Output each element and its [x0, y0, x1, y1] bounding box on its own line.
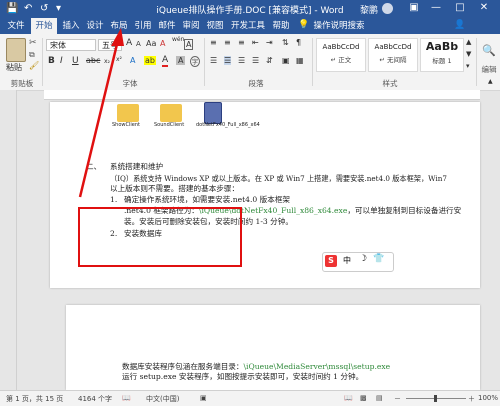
body-paragraph-line: 数据库安装程序包涵在服务端目录：\iQueue\MediaServer\mssq… — [122, 362, 390, 372]
word-count[interactable]: 4164 个字 — [78, 394, 112, 404]
zoom-level[interactable]: 100% — [478, 394, 498, 402]
zoom-in-button[interactable]: ＋ — [468, 394, 475, 404]
body-paragraph-line: 运行 setup.exe 安装程序，如图按提示安装即可，安装时间约 1 分钟。 — [122, 372, 364, 381]
web-layout-icon[interactable]: ▤ — [376, 394, 383, 402]
zoom-slider-thumb[interactable] — [434, 395, 437, 402]
page-count[interactable]: 第 1 页，共 15 页 — [6, 394, 63, 404]
read-mode-icon[interactable]: 📖 — [344, 394, 353, 402]
zoom-out-button[interactable]: － — [394, 394, 401, 404]
proofing-icon[interactable]: 📖 — [122, 394, 131, 402]
print-layout-icon[interactable]: ▩ — [360, 394, 367, 402]
path-prefix: 数据库安装程序包涵在服务端目录： — [122, 362, 244, 371]
macro-record-icon[interactable]: ▣ — [200, 394, 207, 402]
status-bar: 第 1 页，共 15 页 4164 个字 📖 中文(中国) ▣ 📖 ▩ ▤ － … — [0, 390, 500, 406]
file-path: \iQueue\MediaServer\mssql\setup.exe — [243, 362, 391, 371]
language[interactable]: 中文(中国) — [146, 394, 179, 404]
